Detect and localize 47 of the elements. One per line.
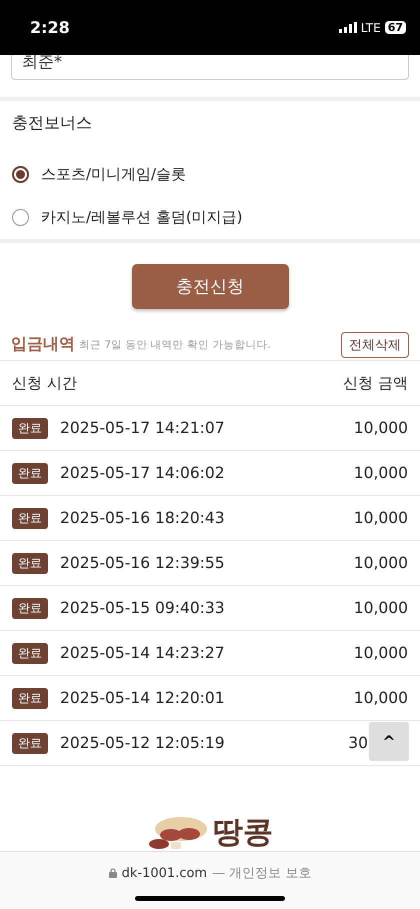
table-cell: 10,000 (354, 644, 408, 662)
table-cell-text: 2025-05-15 09:40:33 (60, 599, 226, 617)
status-badge: 완료 (12, 462, 48, 484)
battery-indicator: 67 (384, 21, 406, 34)
privacy-label: — 개인정보 보호 (212, 865, 312, 882)
table-cell-text: 2025-05-17 14:21:07 (60, 419, 226, 437)
status-badge: 완료 (12, 552, 48, 574)
column-header: 신청 금액 (343, 374, 408, 392)
address-bar[interactable]: dk-1001.com — 개인정보 보호 (0, 851, 420, 909)
table-cell-text: 2025-05-12 12:05:19 (60, 734, 226, 752)
status-badge: 완료 (12, 598, 48, 618)
column-header: 신청 시간 (12, 374, 77, 392)
table-cell-text: 2025-05-16 12:39:55 (60, 554, 226, 572)
scroll-top-button[interactable]: ^ (369, 722, 409, 761)
option-label: 카지노/레볼루션 홀덤(미지급) (41, 208, 243, 227)
submit-button[interactable]: 충전신청 (132, 264, 288, 309)
delete-all-button[interactable]: 전체삭제 (341, 332, 409, 358)
option-label: 스포츠/미니게임/슬롯 (41, 165, 186, 184)
table-cell-text: 2025-05-16 18:20:43 (60, 509, 226, 527)
radio-button[interactable] (12, 209, 29, 226)
url-text: dk-1001.com (122, 866, 208, 880)
table-cell: 10,000 (354, 509, 408, 527)
table-cell-text: 2025-05-17 14:06:02 (60, 464, 226, 482)
table-cell: 10,000 (354, 464, 408, 482)
table-cell: 10,000 (354, 554, 408, 572)
name-field[interactable]: 최준* (11, 55, 409, 80)
logo-text: 땅콩 (213, 815, 273, 851)
clock: 2:28 (30, 18, 70, 37)
table-cell: 10,000 (354, 689, 408, 707)
status-badge: 완료 (12, 688, 48, 708)
table-cell: 10,000 (354, 599, 408, 617)
section-title: 충전보너스 (12, 113, 93, 134)
radio-button[interactable] (12, 166, 29, 183)
lock-icon (108, 868, 117, 878)
table-cell-text: 2025-05-14 12:20:01 (60, 689, 226, 707)
table-cell: 10,000 (354, 419, 408, 437)
status-badge: 완료 (12, 508, 48, 528)
status-badge: 완료 (12, 732, 48, 754)
table-cell-text: 2025-05-14 14:23:27 (60, 644, 226, 662)
status-badge: 완료 (12, 418, 48, 438)
peanut-icon (147, 815, 209, 851)
section-title: 입금내역 (11, 334, 75, 355)
table-cell: 30 (348, 734, 368, 752)
note-text: 최근 7일 동안 내역만 확인 가능합니다. (79, 338, 272, 352)
status-badge: 완료 (12, 642, 48, 664)
signal-icon (338, 22, 357, 33)
network-label: LTE (360, 20, 381, 34)
